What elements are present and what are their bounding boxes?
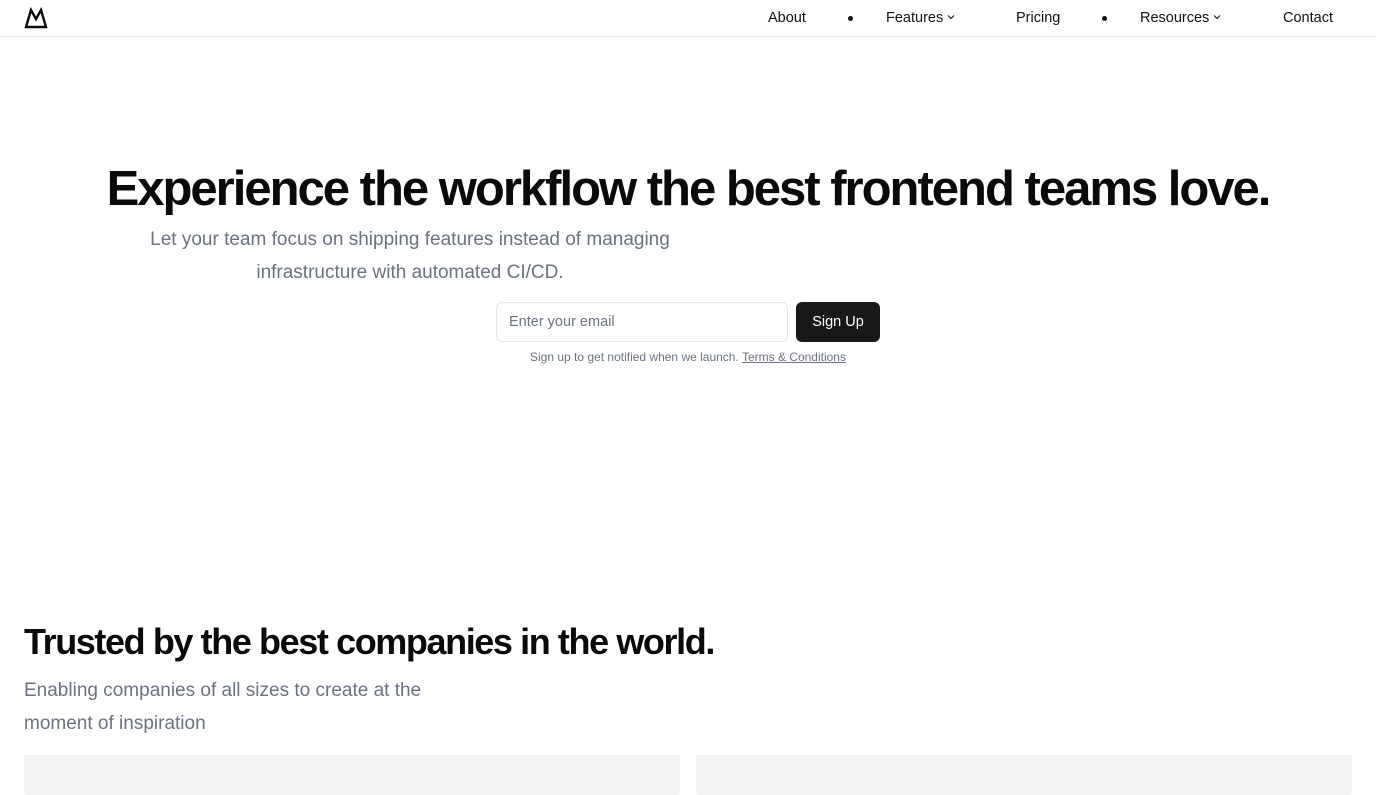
hero-subtitle: Let your team focus on shipping features… [150,229,670,283]
nav-resources[interactable]: Resources [1140,9,1221,27]
signup-note: Sign up to get notified when we launch. … [0,349,1376,365]
email-input[interactable] [496,302,788,342]
signup-note-text: Sign up to get notified when we launch. [530,350,739,364]
chevron-down-icon [947,15,955,20]
company-card [24,755,680,795]
mountain-logo-icon[interactable] [24,7,48,29]
nav-features[interactable]: Features [886,9,955,27]
chevron-down-icon [1213,15,1221,20]
hero-title: Experience the workflow the best fronten… [106,162,1272,216]
terms-link[interactable]: Terms & Conditions [742,350,846,364]
site-header: About Features Pricing Resources Contact [0,0,1376,37]
signup-button[interactable]: Sign Up [796,302,880,342]
nav-separator-dot [848,16,853,21]
trusted-subtitle: Enabling companies of all sizes to creat… [24,680,422,734]
nav-pricing[interactable]: Pricing [1016,9,1060,27]
company-card [696,755,1352,795]
nav-resources-label: Resources [1140,10,1210,26]
nav-features-label: Features [886,10,944,26]
nav-about[interactable]: About [768,9,806,27]
nav-separator-dot [1102,16,1107,21]
trusted-title: Trusted by the best companies in the wor… [24,621,715,662]
nav-contact[interactable]: Contact [1283,9,1333,27]
